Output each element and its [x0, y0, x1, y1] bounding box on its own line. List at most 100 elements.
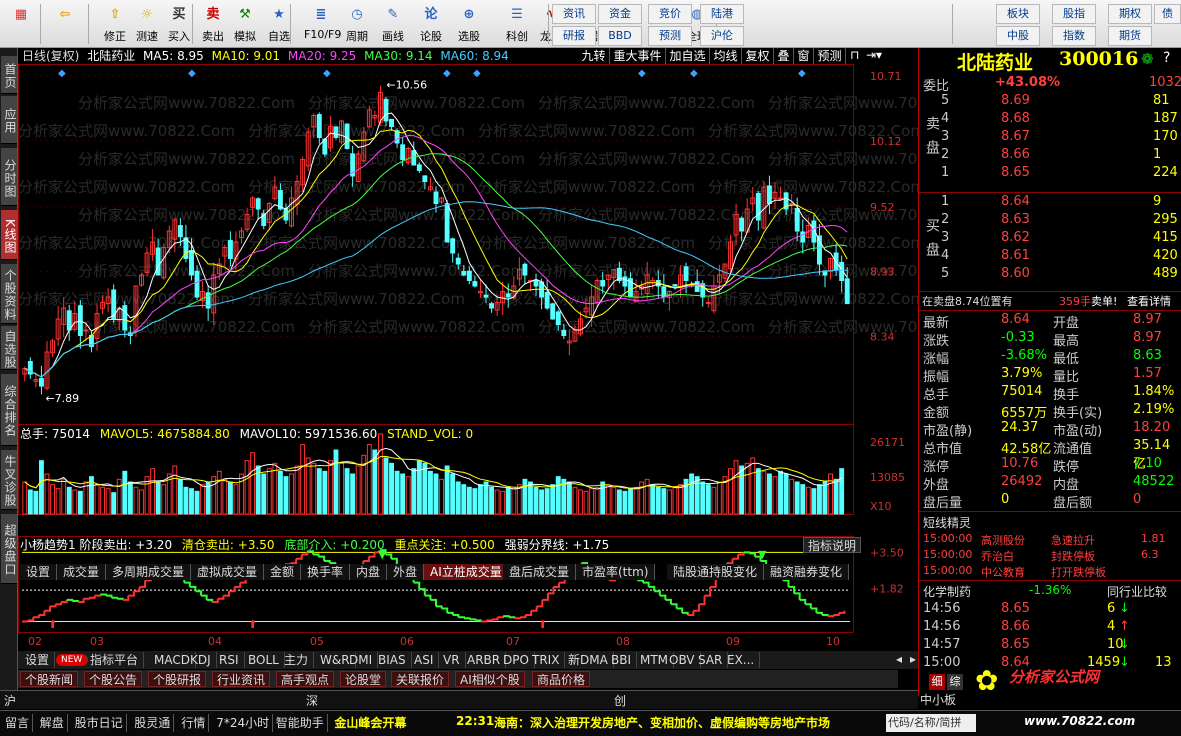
- stock-code-input[interactable]: 代码/名称/简拼: [886, 714, 976, 732]
- volume-tab-11[interactable]: 陆股通持股变化: [667, 564, 765, 580]
- quick-button-5[interactable]: BBD: [598, 26, 642, 46]
- elves-stock[interactable]: 乔治白: [981, 548, 1014, 564]
- indicator-tab-4[interactable]: KDJ: [185, 652, 217, 668]
- volume-tab-7[interactable]: 外盘: [387, 564, 425, 580]
- quick-button-8[interactable]: 板块: [996, 4, 1040, 24]
- news-tab-8[interactable]: 商品价格: [532, 671, 591, 687]
- event-diamond-icon[interactable]: ◆: [443, 68, 451, 79]
- indicator-tab-1[interactable]: NEW: [56, 654, 89, 666]
- status-button-1[interactable]: 解盘: [37, 714, 68, 732]
- event-diamond-icon[interactable]: ◆: [323, 68, 331, 79]
- quick-button-13[interactable]: 指数: [1052, 26, 1096, 46]
- sidebar-tab-4[interactable]: 个股资料: [1, 264, 17, 324]
- quick-button-11[interactable]: 债: [1154, 4, 1181, 24]
- index-bar-item-2[interactable]: 创: [614, 692, 626, 709]
- news-tab-2[interactable]: 个股研报: [148, 671, 207, 687]
- volume-tab-10[interactable]: 市盈率(ttm): [576, 564, 656, 580]
- volume-tab-12[interactable]: 融资融券变化: [764, 564, 850, 580]
- volume-tab-1[interactable]: 成交量: [57, 564, 107, 580]
- event-diamond-icon[interactable]: ◆: [58, 68, 66, 79]
- indicator-tab-11[interactable]: ASI: [409, 652, 440, 668]
- toolbar-button-8[interactable]: ≣ F10/F9: [304, 2, 341, 46]
- event-diamond-icon[interactable]: ◆: [690, 68, 698, 79]
- news-tab-4[interactable]: 高手观点: [276, 671, 335, 687]
- scroll-right-icon[interactable]: ▸: [910, 652, 916, 666]
- indicator-tab-15[interactable]: TRIX: [527, 652, 566, 668]
- volume-tab-2[interactable]: 多周期成交量: [106, 564, 192, 580]
- sidebar-tab-7[interactable]: 牛叉诊股: [1, 450, 17, 510]
- news-tab-0[interactable]: 个股新闻: [20, 671, 79, 687]
- indicator-help-button[interactable]: 指标说明: [803, 537, 862, 553]
- toolbar-button-13[interactable]: ☰ 科创: [500, 2, 534, 46]
- kline-svg[interactable]: 分析家公式网www.70822.Com 分析家公式网www.70822.Com 分析…: [18, 48, 918, 648]
- indicator-tab-5[interactable]: RSI: [214, 652, 245, 668]
- volume-tab-9[interactable]: 盘后成交量: [503, 564, 577, 580]
- indicator-tab-21[interactable]: EX...: [722, 652, 761, 668]
- indicator-tab-0[interactable]: 设置: [20, 652, 56, 668]
- news-tab-3[interactable]: 行业资讯: [212, 671, 271, 687]
- news-ticker[interactable]: 海南：深入治理开发房地产、变相加价、虚假编购等房地产市场: [494, 714, 882, 731]
- scroll-left-icon[interactable]: ◂: [896, 652, 902, 666]
- volume-tab-0[interactable]: 设置: [20, 564, 58, 580]
- quick-button-3[interactable]: 陆港: [700, 4, 744, 24]
- quote-tab[interactable]: 综: [947, 674, 963, 690]
- quick-button-1[interactable]: 资金: [598, 4, 642, 24]
- quick-button-9[interactable]: 股指: [1052, 4, 1096, 24]
- toolbar-button-11[interactable]: 论论股: [414, 2, 448, 46]
- summit-link[interactable]: 金山峰会开幕: [334, 714, 406, 731]
- news-tab-5[interactable]: 论股堂: [340, 671, 387, 687]
- indicator-tab-7[interactable]: 主力: [279, 652, 315, 668]
- industry-compare-link[interactable]: 同行业比较: [1107, 583, 1167, 600]
- quick-button-7[interactable]: 沪伦: [700, 26, 744, 46]
- volume-tab-5[interactable]: 换手率: [301, 564, 351, 580]
- elves-stock[interactable]: 中公教育: [981, 564, 1025, 580]
- quick-button-2[interactable]: 竞价: [648, 4, 692, 24]
- quick-button-4[interactable]: 研报: [552, 26, 596, 46]
- status-button-6[interactable]: 智能助手: [273, 714, 328, 732]
- news-tab-1[interactable]: 个股公告: [84, 671, 143, 687]
- sidebar-tab-3[interactable]: K线图: [1, 210, 17, 260]
- indicator-tab-2[interactable]: 指标平台: [85, 652, 145, 668]
- indicator-tab-17[interactable]: BBI: [606, 652, 638, 668]
- index-bar-item-1[interactable]: 深: [306, 692, 318, 709]
- quick-button-12[interactable]: 中股: [996, 26, 1040, 46]
- status-button-5[interactable]: 7*24小时: [213, 714, 274, 732]
- event-diamond-icon[interactable]: ◆: [473, 68, 481, 79]
- status-button-0[interactable]: 留言: [2, 714, 34, 732]
- sidebar-tab-0[interactable]: 首页: [1, 56, 17, 94]
- status-button-4[interactable]: 行情: [178, 714, 210, 732]
- toolbar-button-10[interactable]: ✎ 画线: [376, 2, 410, 46]
- quick-button-0[interactable]: 资讯: [552, 4, 596, 24]
- status-button-2[interactable]: 股市日记: [72, 714, 127, 732]
- toolbar-button-0[interactable]: ▦: [4, 2, 38, 46]
- volume-tab-4[interactable]: 金额: [264, 564, 302, 580]
- palette-icon[interactable]: ❁: [1141, 50, 1154, 68]
- toolbar-button-5[interactable]: 卖卖出: [196, 2, 230, 46]
- sidebar-tab-1[interactable]: 应用: [1, 96, 17, 144]
- news-tab-7[interactable]: AI相似个股: [455, 671, 525, 687]
- quote-tab[interactable]: 细: [929, 674, 945, 690]
- index-bar-item-0[interactable]: 沪: [4, 692, 16, 709]
- volume-tab-8[interactable]: AI立桩成交量: [424, 564, 509, 580]
- help-icon[interactable]: ?: [1163, 50, 1170, 66]
- elves-stock[interactable]: 高测股份: [981, 532, 1025, 548]
- sidebar-tab-5[interactable]: 自选股: [1, 326, 17, 370]
- volume-tab-6[interactable]: 内盘: [350, 564, 388, 580]
- sidebar-tab-2[interactable]: 分时图: [1, 148, 17, 206]
- news-tab-6[interactable]: 关联报价: [391, 671, 450, 687]
- indicator-tab-10[interactable]: BIAS: [373, 652, 412, 668]
- toolbar-button-4[interactable]: 买买入: [162, 2, 196, 46]
- quick-button-14[interactable]: 期货: [1108, 26, 1152, 46]
- toolbar-button-1[interactable]: ⇦: [48, 2, 82, 46]
- quick-button-10[interactable]: 期权: [1108, 4, 1152, 24]
- toolbar-button-2[interactable]: ⇧ 修正: [98, 2, 132, 46]
- toolbar-button-3[interactable]: ☼ 测速: [130, 2, 164, 46]
- event-diamond-icon[interactable]: ◆: [188, 68, 196, 79]
- event-diamond-icon[interactable]: ◆: [798, 68, 806, 79]
- sidebar-tab-6[interactable]: 综合排名: [1, 374, 17, 446]
- event-diamond-icon[interactable]: ◆: [638, 68, 646, 79]
- volume-tab-3[interactable]: 虚拟成交量: [191, 564, 265, 580]
- status-button-3[interactable]: 股灵通: [131, 714, 175, 732]
- order-info-link[interactable]: 查看详情: [1127, 293, 1171, 309]
- toolbar-button-6[interactable]: ⚒ 模拟: [228, 2, 262, 46]
